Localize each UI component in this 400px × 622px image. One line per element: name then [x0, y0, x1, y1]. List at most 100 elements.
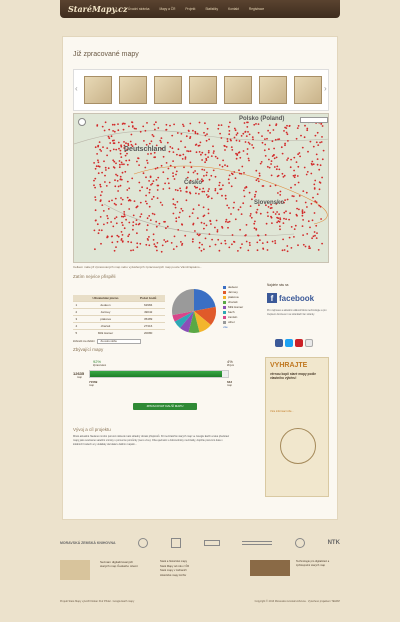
- map-marker[interactable]: [116, 240, 119, 243]
- map-marker[interactable]: [291, 195, 294, 197]
- map-marker[interactable]: [117, 190, 119, 192]
- map-marker[interactable]: [152, 195, 155, 198]
- map-marker[interactable]: [251, 198, 253, 201]
- map-marker[interactable]: [313, 183, 316, 186]
- map-marker[interactable]: [264, 143, 267, 146]
- map-marker[interactable]: [126, 189, 129, 191]
- map-marker[interactable]: [166, 225, 169, 228]
- map-marker[interactable]: [123, 163, 125, 166]
- map-marker[interactable]: [235, 157, 238, 160]
- map-marker[interactable]: [189, 137, 191, 139]
- map-marker[interactable]: [283, 211, 286, 214]
- map-marker[interactable]: [186, 150, 188, 152]
- map-marker[interactable]: [255, 228, 258, 230]
- map-marker[interactable]: [251, 144, 254, 146]
- map-marker[interactable]: [94, 196, 97, 198]
- map-marker[interactable]: [124, 170, 127, 173]
- map-marker[interactable]: [142, 172, 145, 175]
- map-marker[interactable]: [224, 194, 227, 197]
- map-marker[interactable]: [174, 166, 176, 169]
- map-marker[interactable]: [136, 246, 139, 249]
- map-marker[interactable]: [201, 159, 203, 161]
- map-marker[interactable]: [317, 144, 320, 146]
- map-marker[interactable]: [214, 226, 216, 229]
- map-marker[interactable]: [287, 157, 289, 160]
- map-marker[interactable]: [153, 213, 156, 216]
- map-marker[interactable]: [93, 184, 95, 187]
- map-marker[interactable]: [153, 123, 156, 126]
- map-marker[interactable]: [134, 143, 137, 146]
- map-marker[interactable]: [133, 127, 136, 130]
- map-marker[interactable]: [296, 207, 298, 210]
- map-marker[interactable]: [172, 151, 175, 153]
- map-marker[interactable]: [96, 223, 99, 226]
- map-marker[interactable]: [204, 161, 207, 164]
- map-marker[interactable]: [115, 216, 118, 218]
- map-marker[interactable]: [198, 121, 201, 124]
- map-marker[interactable]: [283, 130, 285, 132]
- map-marker[interactable]: [197, 144, 200, 147]
- map-marker[interactable]: [302, 190, 305, 192]
- map-marker[interactable]: [203, 190, 206, 193]
- map-marker[interactable]: [198, 241, 201, 244]
- map-marker[interactable]: [113, 249, 116, 252]
- map-marker[interactable]: [293, 236, 295, 238]
- map-marker[interactable]: [233, 240, 235, 243]
- map-marker[interactable]: [316, 131, 319, 134]
- map-marker[interactable]: [177, 229, 180, 231]
- map-marker[interactable]: [266, 137, 268, 140]
- map-marker[interactable]: [289, 166, 292, 169]
- map-marker[interactable]: [155, 220, 158, 223]
- map-marker[interactable]: [112, 130, 114, 132]
- map-marker[interactable]: [270, 163, 272, 165]
- map-marker[interactable]: [139, 242, 142, 245]
- map-marker[interactable]: [242, 132, 245, 135]
- map-marker[interactable]: [120, 231, 123, 233]
- map-marker[interactable]: [106, 154, 108, 157]
- map-marker[interactable]: [179, 211, 181, 214]
- map-marker[interactable]: [185, 190, 188, 193]
- map-marker[interactable]: [128, 233, 131, 236]
- map-marker[interactable]: [207, 212, 210, 215]
- map-marker[interactable]: [130, 133, 133, 136]
- map-marker[interactable]: [160, 137, 163, 139]
- map-marker[interactable]: [194, 230, 196, 232]
- map-marker[interactable]: [132, 214, 135, 217]
- map-marker[interactable]: [305, 173, 308, 176]
- map-marker[interactable]: [310, 202, 313, 205]
- map-marker[interactable]: [96, 125, 99, 127]
- map-marker[interactable]: [239, 246, 242, 249]
- map-marker[interactable]: [314, 200, 317, 203]
- map-marker[interactable]: [207, 190, 210, 193]
- carousel-prev-icon[interactable]: ‹: [75, 84, 78, 93]
- map-marker[interactable]: [115, 173, 117, 176]
- partner-round-icon[interactable]: [294, 538, 305, 548]
- partner-ntk-logo[interactable]: NTK: [328, 540, 340, 546]
- map-marker[interactable]: [301, 214, 304, 217]
- map-marker[interactable]: [159, 201, 162, 204]
- map-marker[interactable]: [108, 137, 111, 140]
- map-marker[interactable]: [151, 198, 153, 200]
- map-marker[interactable]: [160, 250, 163, 253]
- map-marker[interactable]: [119, 178, 122, 181]
- map-marker[interactable]: [255, 123, 257, 125]
- map-marker[interactable]: [123, 213, 126, 216]
- map-marker[interactable]: [229, 138, 232, 141]
- map-marker[interactable]: [227, 226, 229, 229]
- map-marker[interactable]: [278, 220, 281, 223]
- map-marker[interactable]: [222, 159, 225, 162]
- map-marker[interactable]: [226, 165, 229, 168]
- map-marker[interactable]: [214, 188, 217, 190]
- map-marker[interactable]: [246, 148, 249, 150]
- map-marker[interactable]: [159, 139, 162, 142]
- map-marker[interactable]: [103, 160, 105, 163]
- map-marker[interactable]: [295, 213, 298, 216]
- map-marker[interactable]: [249, 215, 252, 217]
- map-marker[interactable]: [203, 175, 205, 177]
- map-marker[interactable]: [238, 151, 241, 154]
- map-marker[interactable]: [99, 216, 102, 218]
- map-marker[interactable]: [300, 134, 302, 137]
- map-marker[interactable]: [136, 160, 138, 163]
- map-marker[interactable]: [265, 222, 268, 225]
- map-marker[interactable]: [316, 158, 319, 160]
